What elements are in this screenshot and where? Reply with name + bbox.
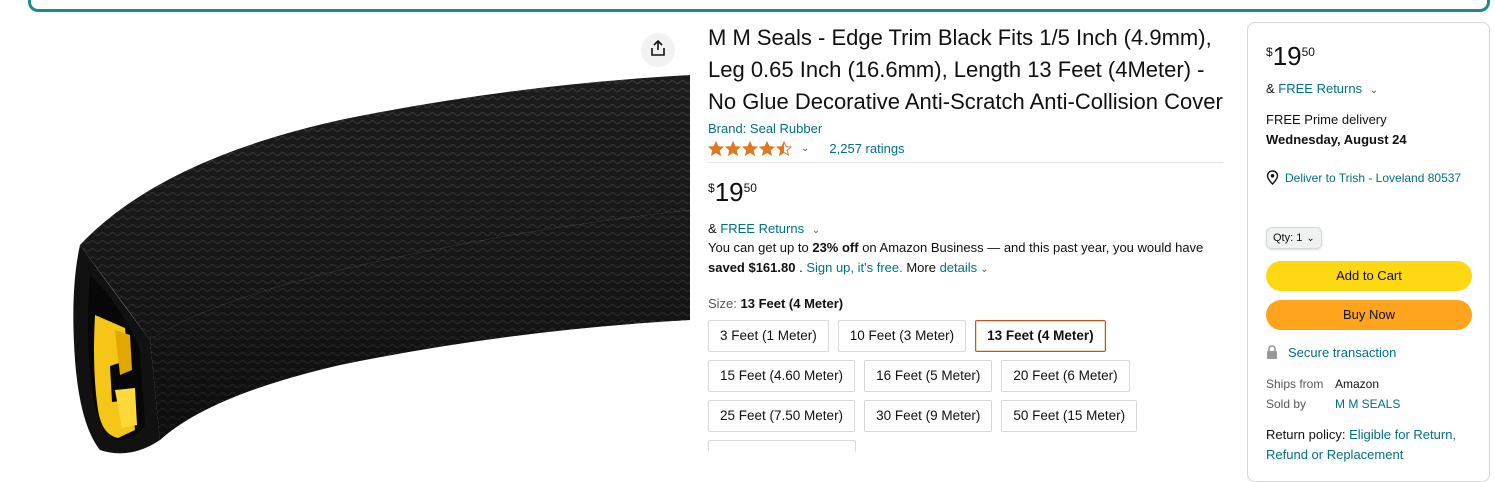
- size-label-text: Size:: [708, 296, 741, 311]
- price-whole: 19: [1272, 41, 1302, 71]
- brand-link[interactable]: Brand: Seal Rubber: [708, 121, 1223, 136]
- sold-by-label: Sold by: [1266, 397, 1307, 411]
- size-option[interactable]: 16 Feet (5 Meter): [864, 360, 993, 392]
- business-text: .: [795, 260, 807, 275]
- size-option[interactable]: 25 Feet (7.50 Meter): [708, 400, 856, 432]
- details-link[interactable]: details: [940, 260, 978, 275]
- free-returns-link[interactable]: FREE Returns: [720, 221, 804, 236]
- sold-by-link[interactable]: M M SEALS: [1335, 394, 1400, 414]
- returns-prefix: &: [1266, 81, 1279, 96]
- ships-from-row: Ships from Amazon: [1266, 374, 1471, 394]
- lock-icon: [1266, 345, 1278, 360]
- shipping-info: Ships from Amazon Sold by M M SEALS: [1266, 374, 1471, 414]
- buybox-returns: & FREE Returns ⌄: [1266, 81, 1471, 96]
- business-saved: saved $161.80: [708, 260, 796, 275]
- star-icon: [758, 140, 776, 156]
- size-option[interactable]: 10 Feet (3 Meter): [837, 320, 967, 352]
- top-banner: [28, 0, 1490, 12]
- delivery-info: FREE Prime delivery Wednesday, August 24: [1266, 110, 1471, 150]
- size-option[interactable]: 15 Feet (4.60 Meter): [708, 360, 856, 392]
- buybox-price: $ 19 50: [1266, 41, 1471, 71]
- ships-from-value: Amazon: [1335, 377, 1380, 391]
- secure-transaction-link[interactable]: Secure transaction: [1266, 345, 1471, 360]
- price-fraction: 50: [1301, 45, 1315, 59]
- return-policy: Return policy: Eligible for Return, Refu…: [1266, 425, 1471, 465]
- business-offer: You can get up to 23% off on Amazon Busi…: [708, 238, 1223, 280]
- star-icon: [775, 140, 793, 156]
- rating-row: ⌄ 2,257 ratings: [707, 138, 1223, 158]
- signup-link[interactable]: Sign up, it's free.: [806, 260, 902, 275]
- price: $ 19 50: [708, 177, 1223, 207]
- returns: & FREE Returns ⌄: [708, 221, 1223, 236]
- return-policy-label: Return policy:: [1266, 427, 1350, 442]
- share-icon: [649, 39, 667, 62]
- chevron-down-icon: ⌄: [1306, 232, 1315, 244]
- chevron-down-icon[interactable]: ⌄: [1370, 85, 1378, 96]
- star-icon: [741, 140, 759, 156]
- star-icon: [724, 140, 742, 156]
- delivery-date: Wednesday, August 24: [1266, 132, 1407, 147]
- business-text: You can get up to: [708, 240, 813, 255]
- size-option[interactable]: 13 Feet (4 Meter): [975, 320, 1106, 352]
- ratings-count-link[interactable]: 2,257 ratings: [829, 141, 904, 156]
- location-pin-icon: [1266, 170, 1279, 185]
- chevron-down-icon[interactable]: ⌄: [801, 143, 809, 154]
- size-selected-value: 13 Feet (4 Meter): [740, 296, 844, 311]
- divider: [708, 162, 1223, 163]
- product-details: M M Seals - Edge Trim Black Fits 1/5 Inc…: [707, 22, 1223, 460]
- business-text: on Amazon Business — and this past year,…: [858, 240, 1204, 255]
- price-whole: 19: [714, 177, 744, 207]
- business-discount: 23% off: [812, 240, 859, 255]
- secure-transaction-text: Secure transaction: [1288, 345, 1397, 360]
- chevron-down-icon[interactable]: ⌄: [812, 225, 820, 236]
- size-option[interactable]: 20 Feet (6 Meter): [1001, 360, 1130, 392]
- ships-from-label: Ships from: [1266, 377, 1324, 391]
- star-rating[interactable]: [707, 140, 793, 156]
- business-text: More: [902, 260, 940, 275]
- product-image[interactable]: [40, 30, 690, 471]
- price-symbol: $: [708, 181, 715, 195]
- returns-prefix: &: [708, 221, 721, 236]
- deliver-to-text: Deliver to Trish - Loveland 80537: [1285, 170, 1462, 185]
- quantity-value: Qty: 1: [1273, 232, 1303, 244]
- size-option[interactable]: 3 Feet (1 Meter): [708, 320, 829, 352]
- size-label: Size: 13 Feet (4 Meter): [708, 296, 1223, 311]
- quantity-select[interactable]: Qty: 1 ⌄: [1266, 227, 1322, 249]
- deliver-to-link[interactable]: Deliver to Trish - Loveland 80537: [1266, 170, 1471, 185]
- sold-by-row: Sold by M M SEALS: [1266, 394, 1471, 414]
- product-title: M M Seals - Edge Trim Black Fits 1/5 Inc…: [708, 25, 1223, 114]
- add-to-cart-button[interactable]: Add to Cart: [1266, 261, 1472, 291]
- size-option[interactable]: 30 Feet (9 Meter): [864, 400, 993, 432]
- free-returns-link[interactable]: FREE Returns: [1278, 81, 1362, 96]
- share-button[interactable]: [641, 33, 675, 67]
- price-fraction: 50: [743, 181, 757, 195]
- star-icon: [707, 140, 725, 156]
- size-option[interactable]: 50 Feet (15 Meter): [1001, 400, 1138, 432]
- chevron-down-icon[interactable]: ⌄: [980, 264, 988, 275]
- size-options: 3 Feet (1 Meter) 10 Feet (3 Meter) 13 Feet…: [708, 320, 1168, 460]
- price-symbol: $: [1266, 45, 1273, 59]
- size-option-cutoff[interactable]: [708, 440, 856, 452]
- buy-box: $ 19 50 & FREE Returns ⌄ FREE Prime deli…: [1247, 22, 1490, 482]
- delivery-line: FREE Prime delivery: [1266, 112, 1387, 127]
- buy-now-button[interactable]: Buy Now: [1266, 300, 1472, 330]
